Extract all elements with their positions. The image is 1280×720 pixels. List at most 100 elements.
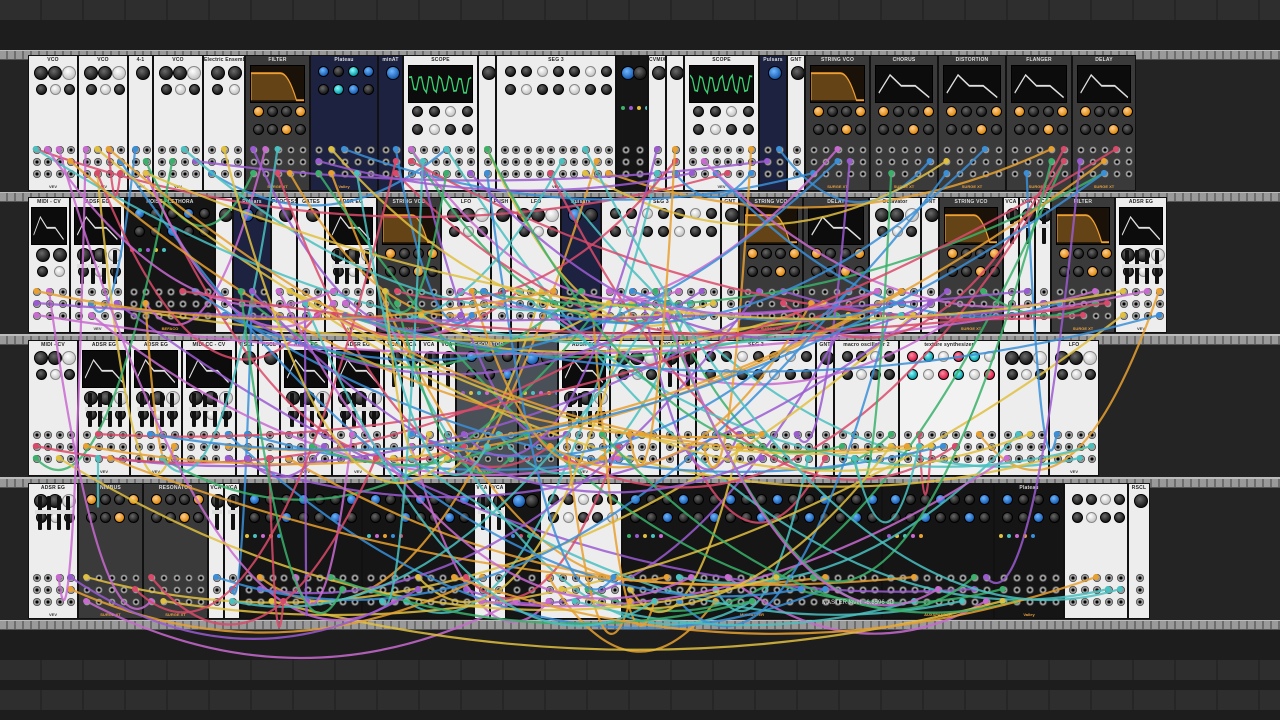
parameter-knob[interactable] [429,512,441,523]
patch-jack[interactable] [904,443,912,451]
patch-jack[interactable] [159,431,167,439]
patch-jack[interactable] [527,598,536,606]
patch-jack[interactable] [1117,574,1125,582]
patch-jack[interactable] [584,586,593,594]
patch-jack[interactable] [956,312,964,320]
parameter-knob[interactable] [922,351,934,362]
module-adsr-eg[interactable]: ADSR EG VEV [332,340,384,476]
patch-jack[interactable] [845,312,854,320]
patch-jack[interactable] [736,170,745,178]
patch-jack[interactable] [538,288,547,296]
patch-jack[interactable] [617,288,626,296]
parameter-knob[interactable] [229,84,240,95]
patch-jack[interactable] [1053,443,1062,451]
patch-jack[interactable] [983,586,991,594]
patch-jack[interactable] [302,300,310,308]
fader-slider[interactable] [494,496,504,530]
fader-slider[interactable] [407,353,417,387]
patch-jack[interactable] [100,288,109,296]
parameter-knob[interactable] [1079,106,1091,117]
module-plateau[interactable]: Plateau Valley [310,55,378,191]
patch-jack[interactable] [793,170,801,178]
parameter-knob[interactable] [547,494,559,505]
patch-jack[interactable] [999,598,1008,606]
patch-jack[interactable] [1101,170,1109,178]
patch-jack[interactable] [113,300,122,308]
patch-jack[interactable] [992,288,1000,296]
patch-jack[interactable] [460,443,469,451]
fader-slider[interactable] [228,496,238,530]
patch-jack[interactable] [439,574,447,582]
patch-jack[interactable] [663,586,672,594]
patch-jack[interactable] [629,288,637,296]
patch-jack[interactable] [119,586,128,594]
fader-slider[interactable] [95,393,105,427]
parameter-knob[interactable] [545,208,559,222]
patch-jack[interactable] [250,158,259,166]
patch-jack[interactable] [46,288,54,296]
patch-jack[interactable] [67,443,76,451]
patch-jack[interactable] [1132,312,1140,320]
parameter-knob[interactable] [922,369,934,380]
patch-jack[interactable] [192,158,201,166]
patch-jack[interactable] [280,586,289,594]
patch-jack[interactable] [262,170,271,178]
parameter-knob[interactable] [48,351,62,365]
patch-jack[interactable] [727,312,735,320]
patch-jack[interactable] [1052,598,1061,606]
patch-jack[interactable] [169,158,178,166]
parameter-knob[interactable] [531,208,545,222]
patch-jack[interactable] [976,455,984,463]
patch-jack[interactable] [67,431,76,439]
patch-jack[interactable] [617,312,626,320]
patch-jack[interactable] [747,431,756,439]
patch-jack[interactable] [179,300,188,308]
parameter-knob[interactable] [99,494,111,505]
patch-jack[interactable] [351,574,360,582]
patch-jack[interactable] [735,443,744,451]
patch-jack[interactable] [994,158,1003,166]
patch-jack[interactable] [582,170,590,178]
parameter-knob[interactable] [1042,106,1054,117]
parameter-knob[interactable] [983,351,995,362]
patch-jack[interactable] [983,598,991,606]
patch-jack[interactable] [700,586,709,594]
parameter-knob[interactable] [562,494,574,505]
patch-jack[interactable] [1052,586,1061,594]
patch-jack[interactable] [353,146,362,154]
patch-jack[interactable] [590,312,598,320]
patch-jack[interactable] [761,574,770,582]
parameter-knob[interactable] [99,512,111,523]
patch-jack[interactable] [33,312,42,320]
patch-jack[interactable] [710,312,719,320]
patch-jack[interactable] [773,598,782,606]
parameter-knob[interactable] [520,66,532,77]
patch-jack[interactable] [75,288,84,296]
patch-jack[interactable] [58,300,67,308]
patch-jack[interactable] [286,158,295,166]
parameter-knob[interactable] [826,106,838,117]
patch-jack[interactable] [467,146,476,154]
parameter-knob[interactable] [133,208,145,219]
patch-jack[interactable] [764,170,772,178]
patch-jack[interactable] [337,443,345,451]
patch-jack[interactable] [337,431,345,439]
fader-slider[interactable] [1007,210,1017,244]
patch-jack[interactable] [863,431,872,439]
patch-jack[interactable] [1048,170,1057,178]
patch-jack[interactable] [192,146,201,154]
module-rscl[interactable]: RSCL [1128,483,1150,619]
patch-jack[interactable] [353,158,362,166]
patch-jack[interactable] [221,288,229,296]
patch-jack[interactable] [95,431,103,439]
parameter-knob[interactable] [34,351,48,365]
parameter-knob[interactable] [726,124,738,135]
module-seg-3[interactable]: SEG 3 VEV [601,197,721,333]
patch-jack[interactable] [484,146,492,154]
parameter-knob[interactable] [641,226,653,237]
patch-jack[interactable] [154,300,163,308]
patch-jack[interactable] [179,312,188,320]
patch-jack[interactable] [570,170,579,178]
module-adsr-eg[interactable]: ADSR EG VEV [78,340,130,476]
patch-jack[interactable] [147,455,155,463]
